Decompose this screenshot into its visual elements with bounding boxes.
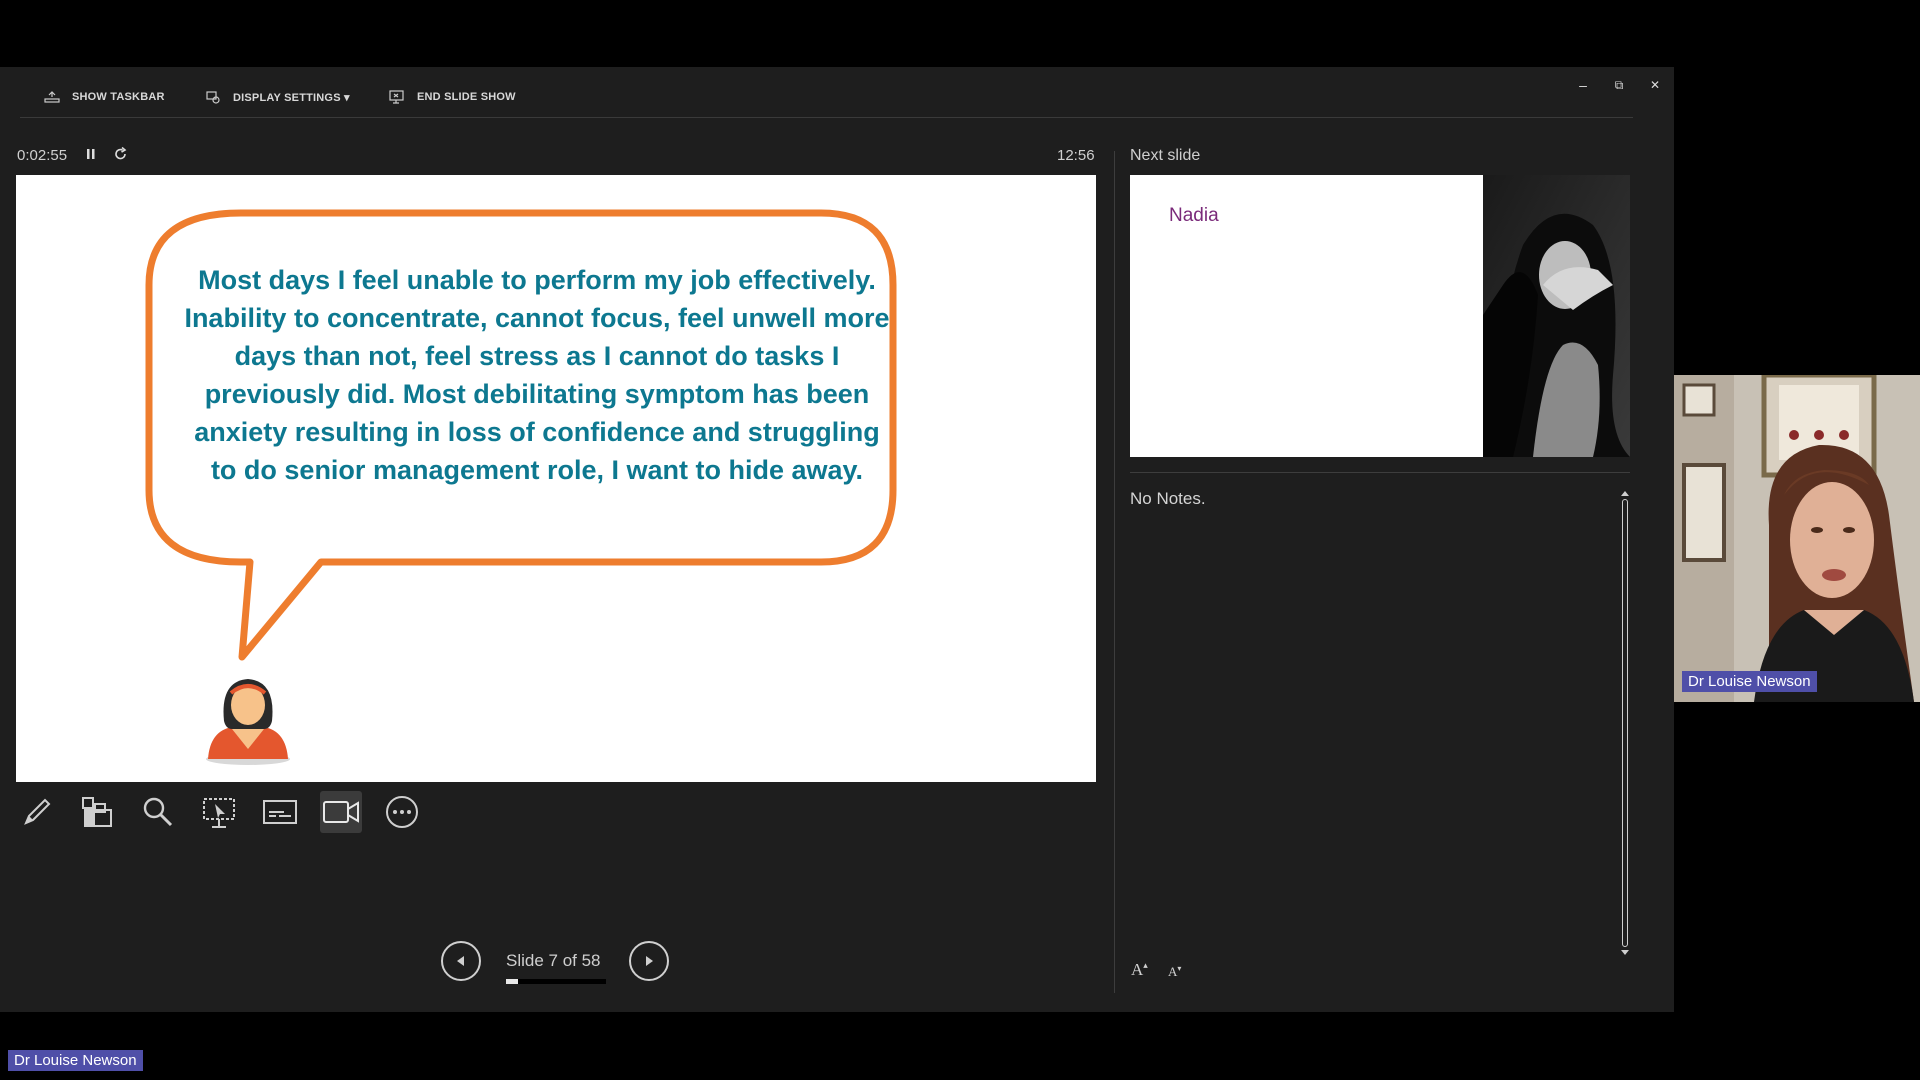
zoom-icon[interactable]	[137, 791, 179, 833]
slide-progress-fill	[506, 979, 519, 984]
scroll-down-icon	[1621, 950, 1629, 955]
show-taskbar-button[interactable]: SHOW TASKBAR	[44, 87, 165, 107]
slide-progress-bar	[506, 979, 606, 984]
clock: 12:56	[1057, 147, 1095, 164]
presenter-video-frame	[1674, 375, 1920, 702]
presenter-view: SHOW TASKBAR DISPLAY SETTINGS ▾ END SLID…	[0, 67, 1674, 1012]
slide-sorter-icon[interactable]	[77, 791, 119, 833]
presenter-name-tag: Dr Louise Newson	[8, 1050, 143, 1071]
restore-button[interactable]: ⧉	[1606, 73, 1632, 97]
previous-slide-button[interactable]	[441, 941, 481, 981]
video-participant-name: Dr Louise Newson	[1682, 671, 1817, 692]
minimize-button[interactable]: –	[1570, 73, 1596, 97]
show-taskbar-label: SHOW TASKBAR	[72, 91, 165, 103]
end-slide-show-label: END SLIDE SHOW	[417, 91, 516, 103]
pause-icon[interactable]	[85, 146, 97, 167]
pen-icon[interactable]	[16, 791, 58, 833]
scroll-thumb[interactable]	[1622, 499, 1628, 947]
decrease-font-label: A	[1168, 964, 1178, 979]
display-settings-icon	[206, 91, 220, 104]
increase-font-button[interactable]: A▴	[1131, 960, 1148, 980]
end-show-icon	[389, 90, 404, 104]
camera-icon[interactable]	[320, 791, 362, 833]
increase-font-arrow-icon: ▴	[1143, 960, 1148, 970]
close-button[interactable]: ✕	[1642, 73, 1668, 97]
taskbar-icon	[44, 91, 60, 103]
next-slide-preview[interactable]: Nadia	[1130, 175, 1630, 457]
elapsed-timer: 0:02:55	[17, 147, 68, 164]
display-settings-label: DISPLAY SETTINGS ▾	[233, 91, 350, 104]
increase-font-label: A	[1131, 960, 1144, 979]
distressed-woman-photo	[1483, 175, 1630, 457]
notes-divider	[1130, 472, 1630, 473]
more-options-icon[interactable]	[381, 791, 423, 833]
webcam-video: Dr Louise Newson	[1674, 375, 1920, 702]
toolbar-divider	[20, 117, 1633, 118]
previous-arrow-icon	[457, 956, 464, 966]
next-arrow-icon	[646, 956, 653, 966]
scroll-up-icon	[1621, 491, 1629, 496]
restart-timer-icon[interactable]	[113, 146, 129, 167]
decrease-font-button[interactable]: A▾	[1168, 964, 1181, 980]
slide-counter[interactable]: Slide 7 of 58	[506, 951, 601, 971]
display-settings-button[interactable]: DISPLAY SETTINGS ▾	[205, 87, 350, 107]
next-slide-title: Nadia	[1169, 205, 1219, 226]
presenter-toolbar: SHOW TASKBAR DISPLAY SETTINGS ▾ END SLID…	[0, 67, 1674, 117]
speaker-notes: No Notes.	[1130, 489, 1206, 508]
notes-scrollbar[interactable]	[1618, 489, 1632, 957]
quote-text: Most days I feel unable to perform my jo…	[184, 265, 890, 485]
pointer-screen-icon[interactable]	[198, 791, 240, 833]
end-slide-show-button[interactable]: END SLIDE SHOW	[389, 87, 516, 107]
woman-avatar-icon	[206, 679, 290, 765]
next-slide-button[interactable]	[629, 941, 669, 981]
panel-divider	[1114, 151, 1115, 993]
current-slide: Most days I feel unable to perform my jo…	[16, 175, 1096, 782]
decrease-font-arrow-icon: ▾	[1177, 964, 1182, 973]
subtitles-icon[interactable]	[259, 791, 301, 833]
next-slide-label: Next slide	[1130, 147, 1201, 164]
